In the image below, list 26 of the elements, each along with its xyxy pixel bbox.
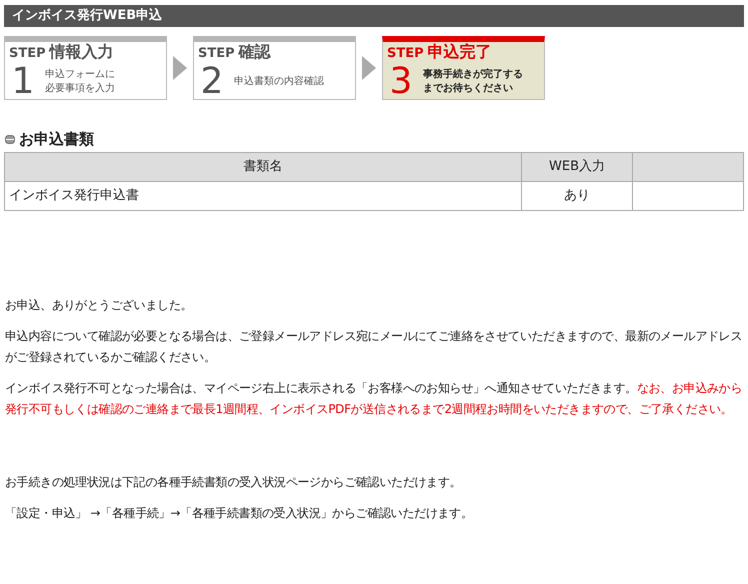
step-description: 事務手続きが完了する までお待ちください xyxy=(423,68,523,96)
step-number: 3 xyxy=(388,64,414,100)
step-title: 情報入力 xyxy=(50,42,114,62)
paragraph: 申込内容について確認が必要となる場合は、ご登録メールアドレス宛にメールにてご連絡をさせていただきますので、最新のメールアドレスがご登録されているかご確認ください。 xyxy=(5,328,743,366)
step-label: STEP xyxy=(9,45,46,63)
section-title: お申込書類 xyxy=(19,129,94,150)
step-label: STEP xyxy=(198,45,235,63)
step-title: 申込完了 xyxy=(428,42,492,62)
step-description: 申込書類の内容確認 xyxy=(234,74,324,88)
step-description: 申込フォームに 必要事項を入力 xyxy=(45,68,115,96)
column-header: WEB入力 xyxy=(522,152,632,181)
step-label: STEP xyxy=(387,45,424,63)
table-cell: インボイス発行申込書 xyxy=(4,181,522,210)
step-number: 2 xyxy=(200,64,224,100)
arrow-icon xyxy=(362,56,376,80)
paragraph: お申込、ありがとうございました。 xyxy=(5,296,194,314)
step-title: 確認 xyxy=(238,42,271,62)
bullet-icon xyxy=(5,134,15,144)
paragraph: 「設定・申込」 →「各種手続」→「各種手続書類の受入状況」からご確認いただけます。 xyxy=(5,504,474,522)
arrow-icon xyxy=(173,56,187,80)
paragraph: インボイス発行不可となった場合は、マイページ右上に表示される「お客様へのお知らせ」へ通知させていただきます。なお、お申込みから発行不可もしくは確認のご連絡まで最長1週間程、インボイスPDFが送信されるまで2週間程お時間をいただきますので、ご了承ください。 xyxy=(5,380,743,418)
step-number: 1 xyxy=(10,64,36,100)
paragraph: お手続きの処理状況は下記の各種手続書類の受入状況ページからご確認いただけます。 xyxy=(5,474,462,490)
table-cell: あり xyxy=(522,181,632,210)
column-header: 書類名 xyxy=(4,152,522,181)
page-title: インボイス発行WEB申込 xyxy=(12,6,162,26)
